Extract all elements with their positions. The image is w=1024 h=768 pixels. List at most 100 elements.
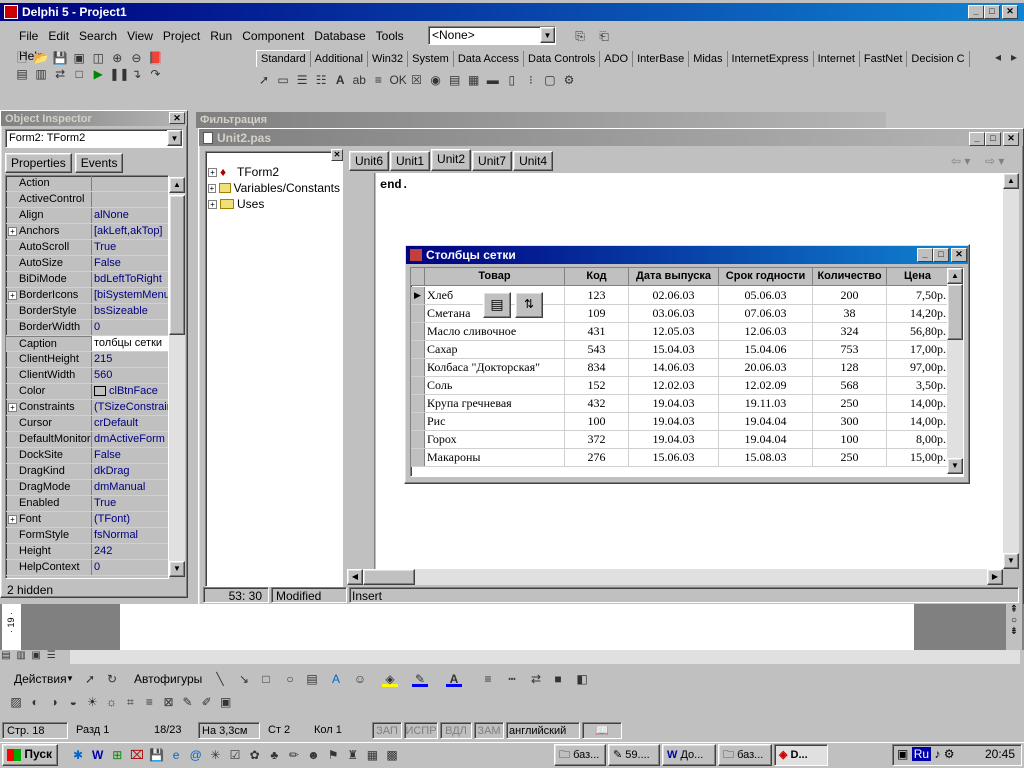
font-color-icon[interactable]: A	[446, 671, 462, 687]
tree-item-variables[interactable]: + Variables/Constants	[208, 180, 340, 196]
grid-cell[interactable]: Крупа гречневая	[425, 395, 565, 412]
textbox-icon[interactable]: ▤	[304, 671, 320, 687]
grid-cell[interactable]: 14,20р.	[887, 305, 949, 322]
set-transparent-icon[interactable]: ✐	[199, 694, 215, 710]
grid-cell[interactable]: 12.02.09	[719, 377, 813, 394]
menu-database[interactable]: Database	[309, 26, 370, 46]
scroll-down-icon[interactable]: ▼	[1003, 553, 1019, 569]
chevron-down-icon[interactable]: ▼	[66, 668, 74, 690]
quicklaunch-12-icon[interactable]: ✏	[286, 747, 302, 763]
quicklaunch-10-icon[interactable]: ✿	[247, 747, 263, 763]
quicklaunch-15-icon[interactable]: ♜	[345, 747, 361, 763]
task-button-folder1[interactable]: 🗀 баз...	[554, 744, 606, 766]
toggle-icon[interactable]: ⇄	[52, 66, 68, 82]
palette-tab[interactable]: Standard	[256, 50, 311, 67]
table-row[interactable]: Горох 372 19.04.03 19.04.04 100 8,00р.	[411, 431, 963, 449]
grid-cell[interactable]: 324	[813, 323, 887, 340]
ide-close-button[interactable]: ✕	[1002, 5, 1018, 19]
more-contrast-icon[interactable]: ◑	[46, 694, 62, 710]
palette-tab[interactable]: System	[408, 51, 454, 67]
ide-maximize-button[interactable]: □	[984, 5, 1000, 19]
grid-cell[interactable]: 568	[813, 377, 887, 394]
word-icon[interactable]: W	[90, 747, 106, 763]
palette-tab[interactable]: ADO	[600, 51, 634, 67]
grid-cell[interactable]: 152	[565, 377, 629, 394]
combobox-icon[interactable]: ▦	[466, 72, 482, 88]
status-ovr[interactable]: ЗАМ	[474, 722, 504, 739]
doc-page[interactable]	[120, 604, 914, 650]
grid-cell[interactable]: 97,00р.	[887, 359, 949, 376]
grid-column-header[interactable]: Дата выпуска	[629, 268, 719, 286]
config-select[interactable]: <None> ▼	[428, 26, 556, 45]
oi-row[interactable]: Cursor crDefault	[6, 416, 168, 432]
menu-search[interactable]: Search	[74, 26, 122, 46]
oi-prop-value[interactable]: 242	[92, 544, 168, 559]
oi-row[interactable]: + Anchors [akLeft,akTop]	[6, 224, 168, 240]
less-contrast-icon[interactable]: ◒	[65, 694, 81, 710]
editor-close-button[interactable]: ✕	[1003, 132, 1019, 146]
palette-tab[interactable]: InterBase	[633, 51, 690, 67]
palette-tab[interactable]: Internet	[814, 51, 860, 67]
pause-icon[interactable]: ❚❚	[109, 66, 129, 82]
status-rec[interactable]: ЗАП	[372, 722, 402, 739]
oi-row[interactable]: + Font (TFont)	[6, 512, 168, 528]
dbgrid[interactable]: Товар Код Дата выпуска Срок годности Количес…	[410, 267, 964, 477]
more-brightness-icon[interactable]: ☀	[84, 694, 100, 710]
form-minimize-button[interactable]: _	[917, 248, 933, 262]
grid-cell[interactable]: 432	[565, 395, 629, 412]
quicklaunch-16-icon[interactable]: ▦	[364, 747, 380, 763]
autoshapes-menu[interactable]: Автофигуры	[134, 668, 202, 690]
oi-row[interactable]: FormStyle fsNormal	[6, 528, 168, 544]
palette-tab[interactable]: Data Controls	[524, 51, 601, 67]
open-project-icon[interactable]: ◫	[90, 50, 106, 66]
oi-row[interactable]: DragMode dmManual	[6, 480, 168, 496]
browse-object-icon[interactable]: ○	[1006, 615, 1022, 626]
groupbox-icon[interactable]: ▯	[504, 72, 520, 88]
grid-cell[interactable]: 56,80р.	[887, 323, 949, 340]
grid-cell[interactable]: 109	[565, 305, 629, 322]
add-file-icon[interactable]: ⊕	[109, 50, 125, 66]
grid-cell[interactable]: 14,00р.	[887, 395, 949, 412]
task-button-word[interactable]: W До...	[662, 744, 716, 766]
scroll-thumb[interactable]	[169, 195, 185, 335]
table-row[interactable]: Масло сливочное 431 12.05.03 12.06.03 324 56,…	[411, 323, 963, 341]
grid-cell[interactable]: 02.06.03	[629, 287, 719, 304]
oi-prop-value[interactable]: 0	[92, 560, 168, 575]
dash-style-icon[interactable]: ┅	[504, 671, 520, 687]
oi-row[interactable]: ActiveControl	[6, 192, 168, 208]
editor-tab-unit7[interactable]: Unit7	[472, 151, 513, 171]
panel-icon[interactable]: ▢	[542, 72, 558, 88]
code-hscroll[interactable]: ◀ ▶	[347, 569, 1003, 585]
language-indicator[interactable]: Ru	[911, 747, 932, 761]
outlook-icon[interactable]: @	[188, 747, 204, 763]
frames-icon[interactable]: ▭	[275, 72, 291, 88]
oi-prop-value[interactable]: dmManual	[92, 480, 168, 495]
oi-prop-value[interactable]: crDefault	[92, 416, 168, 431]
oi-prop-value[interactable]: False	[92, 256, 168, 271]
remove-file-icon[interactable]: ⊖	[128, 50, 144, 66]
expand-icon[interactable]: +	[8, 227, 17, 236]
grid-cell[interactable]: 276	[565, 449, 629, 466]
editor-tab-unit2[interactable]: Unit2	[431, 149, 472, 171]
button-icon[interactable]: OK	[389, 72, 406, 88]
save-all-icon[interactable]: ▣	[71, 50, 87, 66]
help-book-icon[interactable]: 📕	[147, 50, 163, 66]
oi-prop-value[interactable]: bsSizeable	[92, 304, 168, 319]
expand-icon[interactable]: +	[8, 515, 17, 524]
project-tool-icon[interactable]: ⎘	[572, 28, 588, 44]
palette-tab[interactable]: Data Access	[454, 51, 524, 67]
grid-column-header[interactable]: Срок годности	[719, 268, 813, 286]
tray-misc-icon[interactable]: ⚙	[944, 747, 955, 761]
print-view-icon[interactable]: ▣	[30, 650, 42, 662]
oi-row[interactable]: DragKind dkDrag	[6, 464, 168, 480]
grid-cell[interactable]: 15.08.03	[719, 449, 813, 466]
menu-view[interactable]: View	[122, 26, 158, 46]
table-component-icon[interactable]: ⇅	[515, 292, 543, 318]
oi-scrollbar[interactable]: ▲ ▼	[169, 177, 185, 577]
nav-back-icon[interactable]: ⇦ ▾	[951, 154, 970, 168]
grid-cell[interactable]: 12.05.03	[629, 323, 719, 340]
task-button-folder2[interactable]: 🗀 баз...	[718, 744, 772, 766]
oi-row[interactable]: Align alNone	[6, 208, 168, 224]
oi-prop-value[interactable]: (TSizeConstrain	[92, 400, 168, 415]
oi-prop-value[interactable]: bdLeftToRight	[92, 272, 168, 287]
